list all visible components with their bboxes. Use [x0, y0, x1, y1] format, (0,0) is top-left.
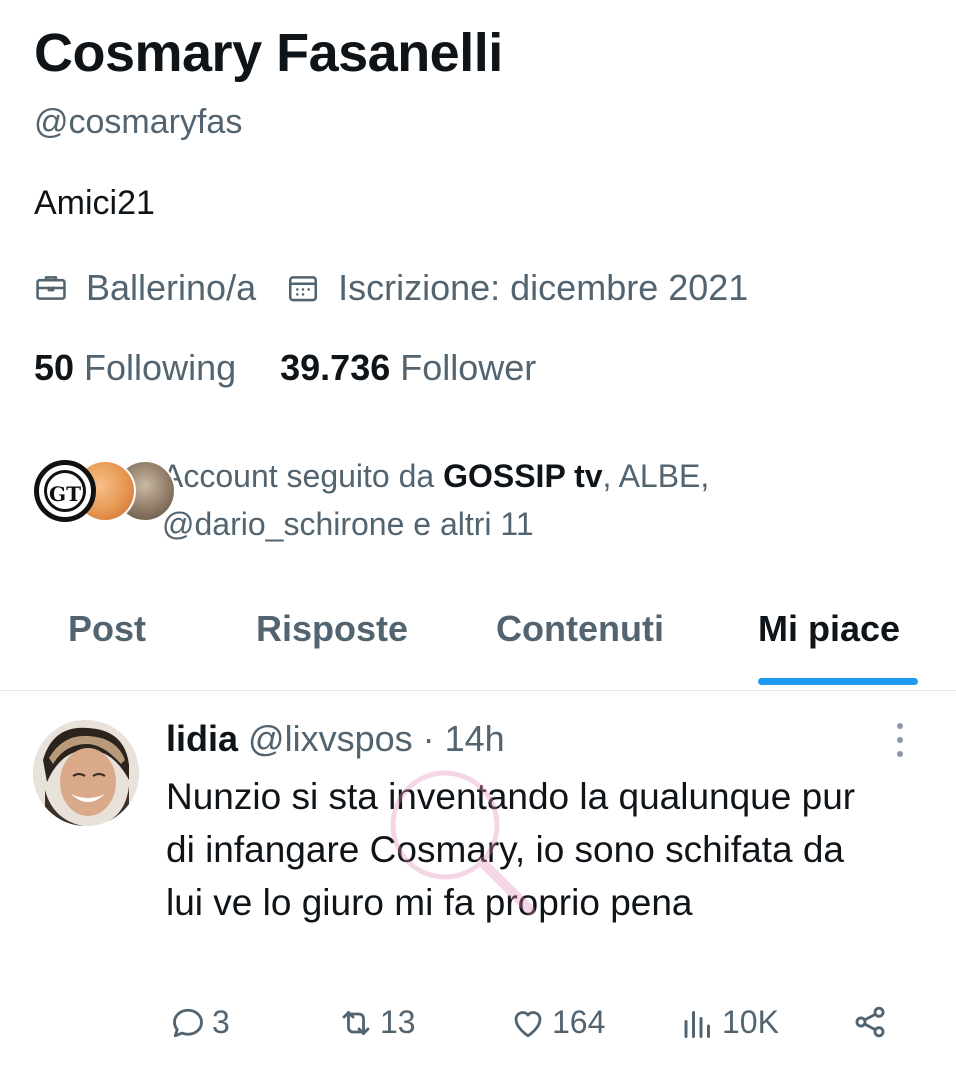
calendar-icon — [289, 276, 318, 302]
profile-meta-row: Ballerino/a Iscrizione: dicembre 2021 — [34, 266, 778, 310]
share-icon — [855, 1006, 885, 1038]
tweet[interactable]: lidia @lixvspos · 14h Nunzio si sta inven… — [0, 690, 956, 1079]
tab-contenuti[interactable]: Contenuti — [496, 608, 664, 650]
joined-item: Iscrizione: dicembre 2021 — [286, 267, 748, 309]
briefcase-icon — [36, 276, 66, 300]
avatar-gt-text: GT — [44, 470, 86, 512]
reply-icon — [173, 1008, 203, 1037]
tweet-author-name[interactable]: lidia — [166, 718, 238, 759]
followed-by-section[interactable]: GT Account seguito da GOSSIP tv, ALBE, @… — [34, 452, 802, 548]
profile-bio: Amici21 — [34, 184, 155, 222]
tab-risposte[interactable]: Risposte — [256, 608, 408, 650]
tweet-author-avatar[interactable] — [33, 720, 139, 826]
avatar-image — [33, 720, 139, 826]
followed-by-avatars: GT — [34, 460, 176, 536]
views-button[interactable]: 10K — [680, 1004, 779, 1041]
heart-icon — [514, 1010, 542, 1037]
joined-label: Iscrizione: dicembre 2021 — [338, 267, 749, 308]
profile-stats: 50 Following 39.736 Follower — [34, 347, 580, 389]
profile-handle: @cosmaryfas — [34, 103, 243, 141]
views-icon — [684, 1010, 710, 1038]
following-label: Following — [84, 347, 237, 388]
reply-button[interactable]: 3 — [170, 1004, 230, 1041]
retweet-button[interactable]: 13 — [338, 1004, 416, 1041]
retweet-count: 13 — [380, 1004, 416, 1040]
tweet-text: Nunzio si sta inventando la qualunque pu… — [166, 776, 856, 923]
followed-by-text: Account seguito da GOSSIP tv, ALBE, @dar… — [162, 452, 802, 548]
tweet-header: lidia @lixvspos · 14h — [166, 718, 505, 760]
like-count: 164 — [552, 1004, 606, 1040]
profession-label: Ballerino/a — [86, 267, 257, 308]
retweet-icon — [342, 1010, 370, 1035]
reply-count: 3 — [212, 1004, 230, 1040]
profile-display-name: Cosmary Fasanelli — [34, 23, 503, 83]
following-count: 50 — [34, 347, 75, 388]
followed-by-prefix: Account seguito da — [162, 458, 435, 494]
like-button[interactable]: 164 — [510, 1004, 605, 1041]
followed-by-rest2: @dario_schirone e altri 11 — [162, 506, 534, 542]
tweet-author-handle-time[interactable]: @lixvspos · 14h — [248, 718, 505, 759]
followers-label: Follower — [400, 347, 537, 388]
tweet-actions: 3 13 164 10K — [170, 1004, 900, 1054]
followers-count: 39.736 — [280, 347, 391, 388]
following-link[interactable]: 50 Following — [34, 347, 236, 389]
followers-link[interactable]: 39.736 Follower — [280, 347, 536, 389]
active-tab-indicator — [758, 678, 918, 685]
tab-post[interactable]: Post — [68, 608, 146, 650]
followed-by-bold: GOSSIP tv — [443, 458, 603, 494]
more-dots-icon[interactable] — [888, 720, 912, 760]
profession-item: Ballerino/a — [34, 267, 256, 309]
share-button[interactable] — [852, 1004, 894, 1040]
tab-mi-piace[interactable]: Mi piace — [758, 608, 900, 650]
followed-by-rest1: , ALBE, — [602, 458, 710, 494]
profile-tabs: Post Risposte Contenuti Mi piace — [0, 590, 956, 691]
views-count: 10K — [722, 1004, 779, 1040]
avatar-gossip-tv: GT — [34, 460, 96, 522]
